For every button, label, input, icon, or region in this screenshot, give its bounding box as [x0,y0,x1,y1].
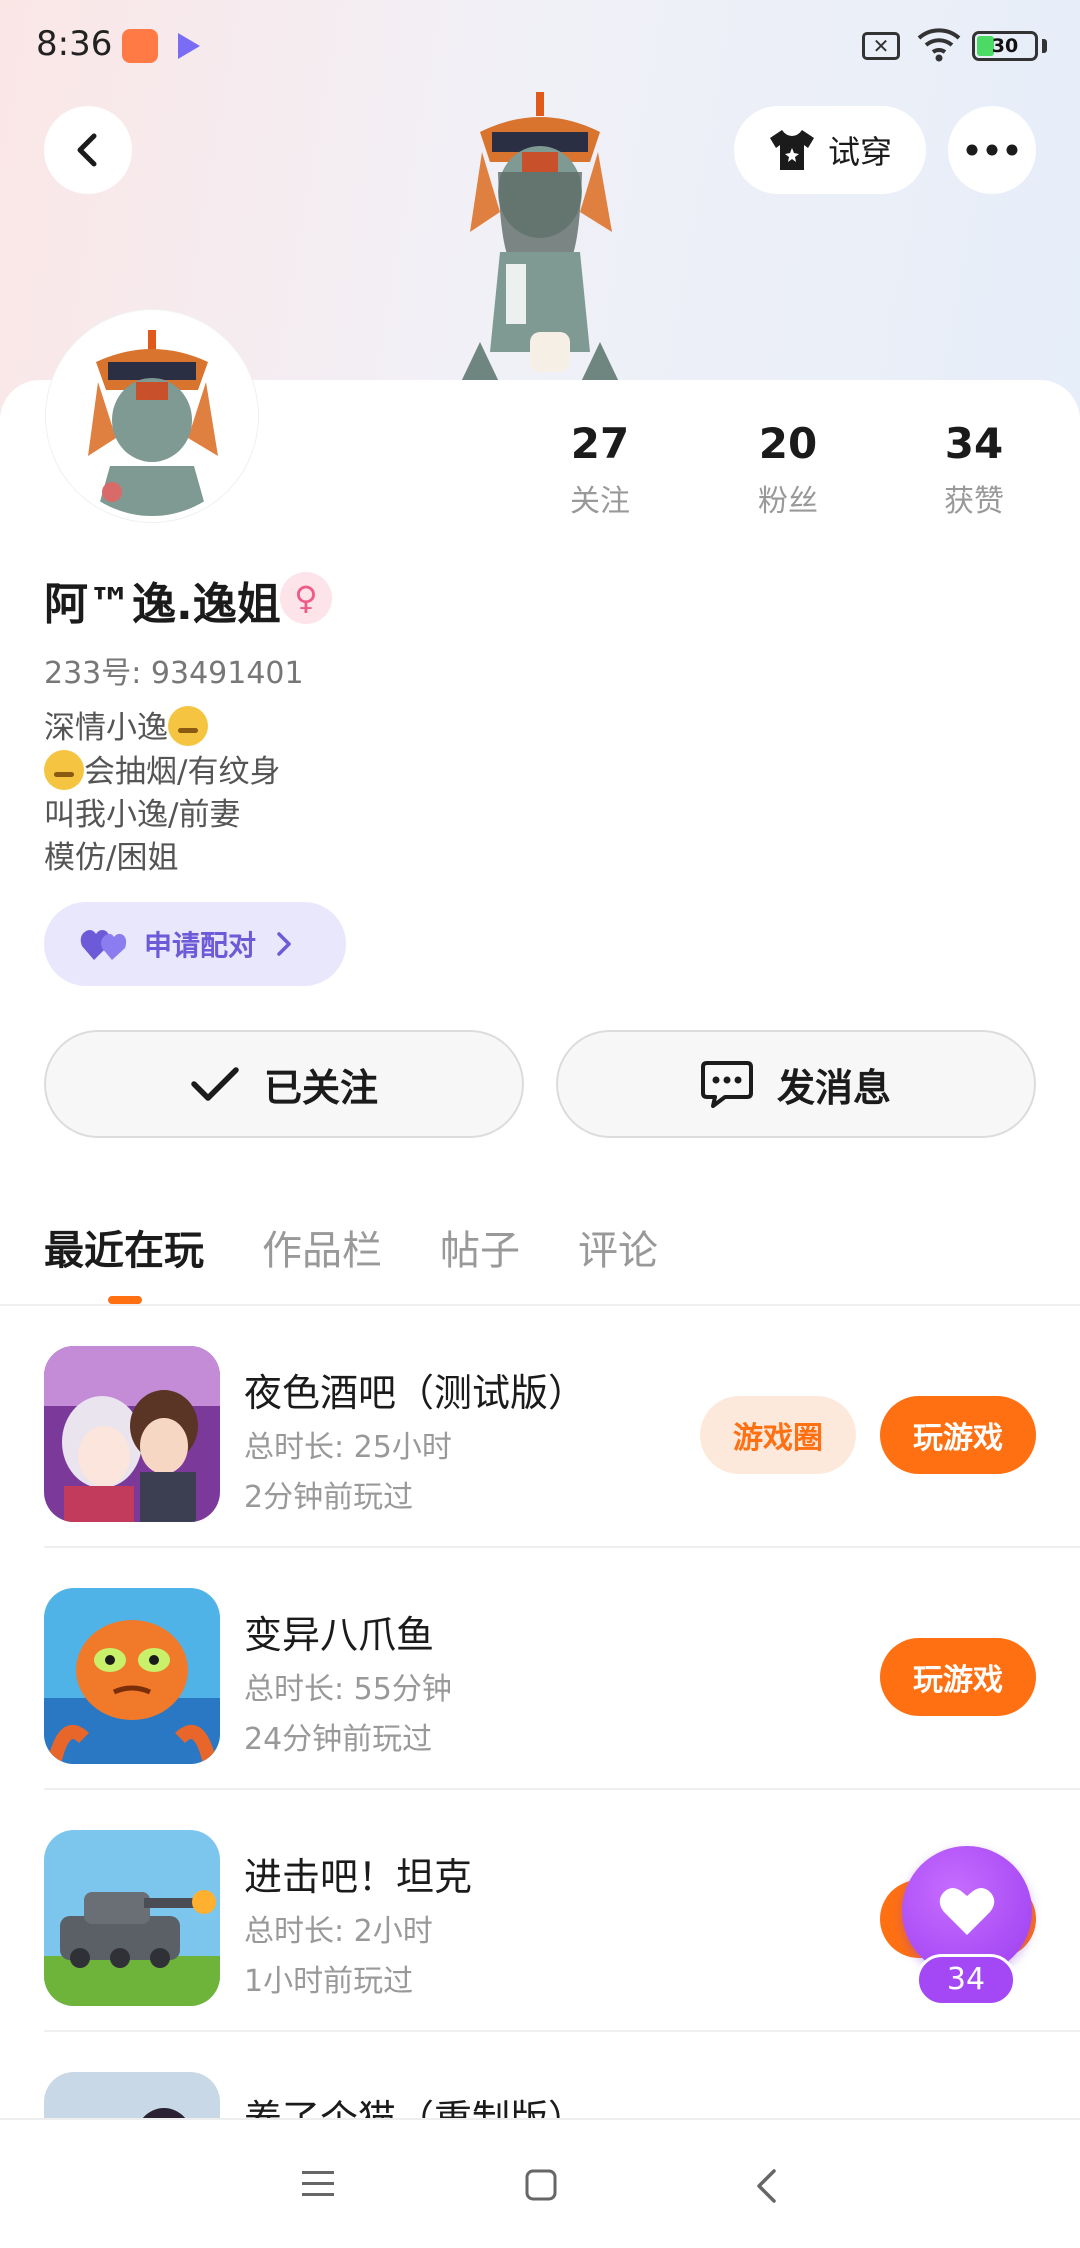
avatar[interactable] [46,310,258,522]
nickname: 阿™逸.逸姐 [44,579,281,630]
app-notification-icon [122,29,158,63]
chat-bubble-icon [700,1061,753,1108]
stat-following[interactable]: 27 关注 [520,418,680,520]
followed-button[interactable]: 已关注 [44,1030,524,1138]
stat-fans-label: 粉丝 [758,484,818,519]
try-on-label: 试穿 [827,133,892,171]
apply-pair-label: 申请配对 [144,929,257,962]
check-icon [191,1067,239,1101]
stat-fans[interactable]: 20 粉丝 [708,418,868,520]
stat-fans-value: 20 [758,419,818,468]
tab-works[interactable]: 作品栏 [262,1218,382,1276]
tab-recently-played[interactable]: 最近在玩 [44,1218,204,1276]
game-row[interactable]: 夜色酒吧（测试版） 总时长: 25小时 2分钟前玩过 游戏圈 玩游戏 [0,1306,1080,1548]
game-last-played: 1小时前玩过 [244,1964,414,1999]
double-heart-icon [80,930,127,960]
battery-level: 30 [991,35,1019,57]
profile-tabs: 最近在玩 作品栏 帖子 评论 [44,1218,658,1276]
play-store-icon [178,33,200,59]
apply-pair-button[interactable]: 申请配对 [44,902,346,986]
stat-likes-label: 获赞 [944,484,1004,519]
game-icon-night-bar [44,1346,220,1522]
game-title: 变异八爪鱼 [244,1613,435,1657]
back-button[interactable] [44,106,132,194]
game-last-played: 2分钟前玩过 [244,1480,414,1515]
followed-label: 已关注 [263,1065,378,1110]
bio: 深情小逸 会抽烟/有纹身 叫我小逸/前妻 模仿/困姐 [44,706,280,880]
chevron-right-icon [277,932,291,956]
game-duration: 总时长: 25小时 [244,1430,452,1465]
home-icon[interactable] [524,2168,558,2202]
game-last-played: 24分钟前玩过 [244,1722,433,1757]
game-title: 进击吧！坦克 [244,1855,473,1899]
bio-line: 叫我小逸/前妻 [44,797,241,833]
no-sim-icon: ✕ [862,32,900,60]
sleepy-emoji-icon [168,706,208,746]
more-options-button[interactable] [948,106,1036,194]
play-game-button[interactable]: 玩游戏 [880,1638,1036,1716]
game-duration: 总时长: 55分钟 [244,1672,452,1707]
stat-likes[interactable]: 34 获赞 [894,418,1054,520]
menu-icon[interactable] [300,2168,336,2200]
more-dots-icon [966,144,1018,156]
game-circle-button[interactable]: 游戏圈 [700,1396,856,1474]
sleepy-emoji-icon [44,750,84,790]
game-icon-mutant-octopus [44,1588,220,1764]
status-bar: 8:36 ✕ 30 [0,0,1080,96]
stat-following-label: 关注 [570,484,630,519]
play-game-button[interactable]: 玩游戏 [880,1396,1036,1474]
game-row[interactable]: 变异八爪鱼 总时长: 55分钟 24分钟前玩过 玩游戏 [0,1548,1080,1790]
try-on-button[interactable]: 试穿 [734,106,926,194]
game-duration: 总时长: 2小时 [244,1914,433,1949]
battery-icon: 30 [972,31,1038,61]
wifi-icon [916,26,962,66]
tab-comments[interactable]: 评论 [578,1218,658,1276]
battery-tip [1042,39,1047,53]
game-icon-tank-attack [44,1830,220,2006]
active-tab-indicator [108,1296,142,1304]
like-count-badge: 34 [916,1954,1016,2006]
nav-back-icon[interactable] [754,2168,778,2204]
status-time: 8:36 [36,24,113,64]
game-title: 夜色酒吧（测试版） [244,1371,587,1415]
shirt-icon [769,130,814,170]
heart-icon [939,1887,995,1935]
stat-following-value: 27 [570,419,630,468]
send-message-label: 发消息 [776,1065,891,1110]
gender-female-icon: ♀ [280,572,332,624]
send-message-button[interactable]: 发消息 [556,1030,1036,1138]
bio-line: 深情小逸 [44,706,280,750]
system-navigation-bar [0,2118,1080,2248]
back-arrow-icon [77,133,97,167]
avatar-figure-image [440,92,640,384]
user-id: 233号: 93491401 [44,656,304,691]
tab-posts[interactable]: 帖子 [440,1218,520,1276]
bio-line: 会抽烟/有纹身 [44,750,280,794]
stat-likes-value: 34 [944,419,1004,468]
bio-line: 模仿/困姐 [44,840,179,876]
